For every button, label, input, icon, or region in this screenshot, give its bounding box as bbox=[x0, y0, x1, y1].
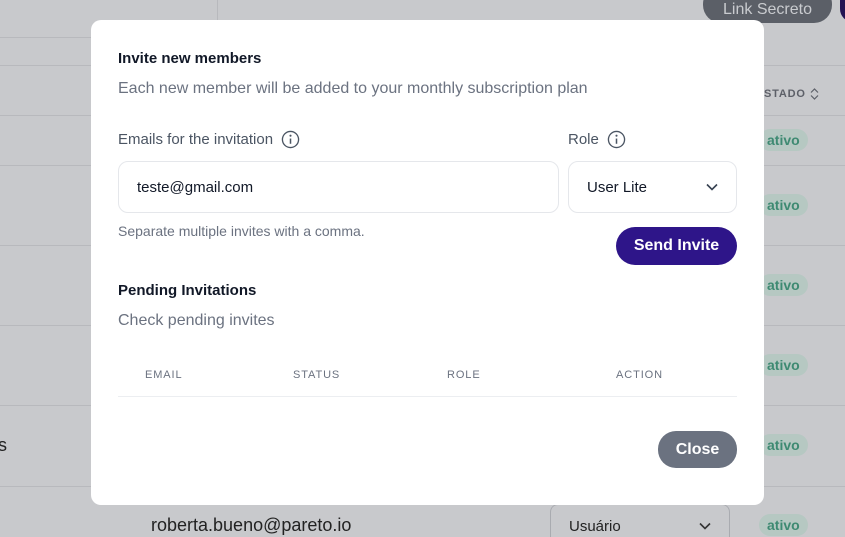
avatar[interactable] bbox=[840, 0, 845, 22]
row-role-value: Usuário bbox=[569, 517, 621, 535]
status-badge: ativo bbox=[759, 514, 808, 536]
status-column-label: STADO bbox=[764, 88, 806, 100]
pending-invitations-table-header: EMAIL STATUS ROLE ACTION bbox=[118, 367, 737, 397]
role-label-text: Role bbox=[568, 131, 599, 148]
pending-invitations-subtitle: Check pending invites bbox=[118, 312, 275, 329]
chevron-down-icon bbox=[706, 183, 718, 191]
role-label: Role bbox=[568, 130, 626, 149]
row-role-select[interactable]: Usuário bbox=[550, 504, 730, 537]
info-icon[interactable] bbox=[281, 130, 300, 149]
status-badge: ativo bbox=[759, 194, 808, 216]
row-text: s bbox=[0, 435, 7, 455]
role-select-value: User Lite bbox=[587, 178, 648, 196]
send-invite-button[interactable]: Send Invite bbox=[616, 227, 737, 265]
emails-input[interactable] bbox=[118, 161, 559, 213]
sort-icon bbox=[810, 88, 819, 100]
status-badge: ativo bbox=[759, 274, 808, 296]
column-header-role: ROLE bbox=[447, 369, 481, 381]
close-button[interactable]: Close bbox=[658, 431, 737, 468]
bg-divider bbox=[217, 0, 218, 20]
pending-invitations-title: Pending Invitations bbox=[118, 282, 257, 299]
bg-divider bbox=[0, 37, 91, 38]
modal-subtitle: Each new member will be added to your mo… bbox=[118, 80, 588, 97]
role-select[interactable]: User Lite bbox=[568, 161, 737, 213]
emails-label: Emails for the invitation bbox=[118, 130, 300, 149]
row-email: roberta.bueno@pareto.io bbox=[151, 515, 352, 535]
status-badge: ativo bbox=[759, 354, 808, 376]
status-badge: ativo bbox=[759, 129, 808, 151]
modal-title: Invite new members bbox=[118, 50, 262, 67]
column-header-action: ACTION bbox=[616, 369, 663, 381]
emails-hint: Separate multiple invites with a comma. bbox=[118, 223, 365, 239]
chevron-down-icon bbox=[699, 522, 711, 530]
emails-label-text: Emails for the invitation bbox=[118, 131, 274, 148]
column-header-email: EMAIL bbox=[145, 369, 183, 381]
info-icon[interactable] bbox=[607, 130, 626, 149]
status-badge: ativo bbox=[759, 434, 808, 456]
column-header-status: STATUS bbox=[293, 369, 341, 381]
status-column-header[interactable]: STADO bbox=[764, 88, 819, 100]
invite-members-modal: Invite new members Each new member will … bbox=[91, 20, 764, 505]
